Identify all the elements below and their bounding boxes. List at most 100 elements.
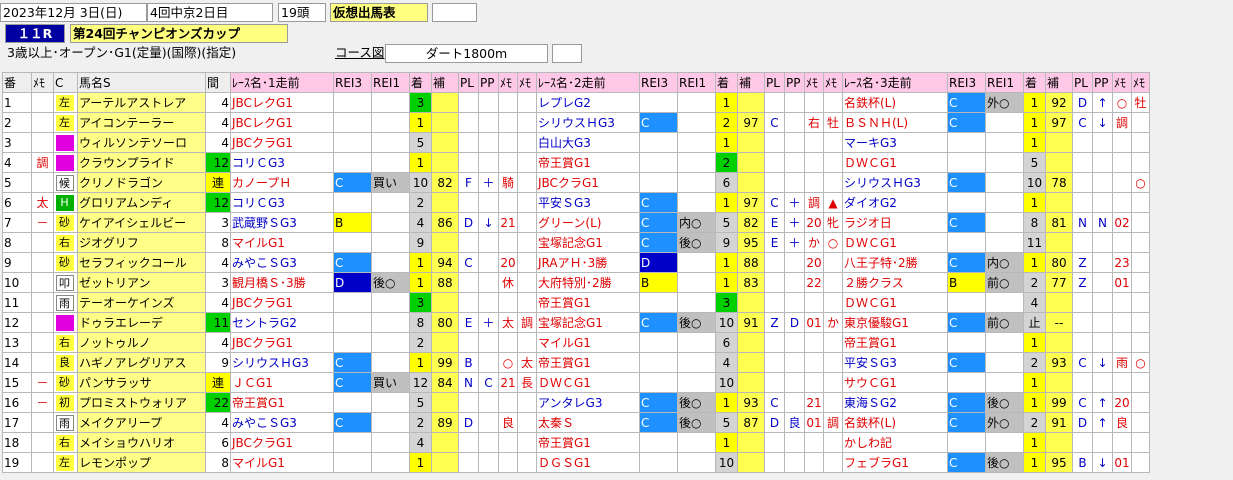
table-row[interactable]: 9 砂セラフィックコール 4 みやこＳG3 C 1 94 C 20 JRAアＨ･3勝 D 1 88 20 八… <box>2 252 1150 273</box>
race2-name[interactable]: 帝王賞G1 <box>536 292 640 313</box>
course-map-link[interactable]: コース図 <box>333 44 385 63</box>
race3-name[interactable]: 帝王賞G1 <box>842 332 948 353</box>
col-m2-3[interactable]: ﾒﾓ <box>1131 72 1150 93</box>
table-row[interactable]: 4 調 クラウンプライド 12 コリＣG3 1 帝王賞G1 2 ＤＷＣG1 5 <box>2 152 1150 173</box>
race3-name[interactable]: シリウスＨG3 <box>842 172 948 193</box>
table-row[interactable]: 6 太 H グロリアムンディ 12 コリＣG3 2 平安ＳG3 C 1 97 C ＋調 ▲ ダイオG2 1 <box>2 192 1150 213</box>
col-ho-3[interactable]: 補 <box>1045 72 1073 93</box>
race3-name[interactable]: ＤＷＣG1 <box>842 152 948 173</box>
col-chaku-1[interactable]: 着 <box>409 72 432 93</box>
horse-name[interactable]: アーテルアストレア <box>77 92 206 113</box>
race1-name[interactable]: セントラG2 <box>230 312 334 333</box>
race2-name[interactable]: 帝王賞G1 <box>536 152 640 173</box>
col-c[interactable]: C <box>53 72 78 93</box>
race2-name[interactable]: JRAアＨ･3勝 <box>536 252 640 273</box>
col-ho-1[interactable]: 補 <box>431 72 459 93</box>
race2-name[interactable]: アンタレG3 <box>536 392 640 413</box>
race2-name[interactable]: 宝塚記念G1 <box>536 232 640 253</box>
table-row[interactable]: 10 叩ゼットリアン 3 観月橋Ｓ･3勝 D 後○ 1 88 休大府特別･2勝 B 1 83 22 ２勝ク… <box>2 272 1150 293</box>
col-rei1-1[interactable]: REI1 <box>371 72 410 93</box>
col-m-2[interactable]: ﾒﾓ <box>804 72 824 93</box>
race3-name[interactable]: フェブラG1 <box>842 452 948 473</box>
race2-name[interactable]: JBCクラG1 <box>536 172 640 193</box>
race2-name[interactable]: グリーン(L) <box>536 212 640 233</box>
col-rei3-3[interactable]: REI3 <box>947 72 986 93</box>
race1-name[interactable]: シリウスＨG3 <box>230 352 334 373</box>
table-row[interactable]: 8 右ジオグリフ 8 マイルG1 9 宝塚記念G1 C 後○ 9 95 E ＋か ○ ＤＷＣG1 11 <box>2 232 1150 253</box>
horse-name[interactable]: テーオーケインズ <box>77 292 206 313</box>
race1-name[interactable]: マイルG1 <box>230 452 334 473</box>
col-rei1-2[interactable]: REI1 <box>677 72 716 93</box>
col-no[interactable]: 番 <box>2 72 32 93</box>
table-row[interactable]: 16 －初プロミストウォリア 22 帝王賞G1 5 アンタレG3 C 後○ 1 93 C 21 東海ＳG… <box>2 392 1150 413</box>
race2-name[interactable]: ＤＷＣG1 <box>536 372 640 393</box>
table-row[interactable]: 5 候クリノドラゴン連カノープＨ C 買い 10 82 F ＋騎 JBCクラG1 6 シリウスＨG3… <box>2 172 1150 193</box>
race3-name[interactable]: ２勝クラス <box>842 272 948 293</box>
table-row[interactable]: 7 －砂ケイアイシェルビー 3 武蔵野ＳG3 B 4 86 D ↓ 21 グリーン(L) C 内○ 5 82… <box>2 212 1150 233</box>
horse-name[interactable]: ケイアイシェルビー <box>77 212 206 233</box>
race2-name[interactable]: 帝王賞G1 <box>536 432 640 453</box>
horse-name[interactable]: プロミストウォリア <box>77 392 206 413</box>
race1-name[interactable]: 帝王賞G1 <box>230 392 334 413</box>
horse-name[interactable]: クリノドラゴン <box>77 172 206 193</box>
horse-name[interactable]: メイショウハリオ <box>77 432 206 453</box>
race3-name[interactable]: かしわ記 <box>842 432 948 453</box>
race3-name[interactable]: ラジオ日 <box>842 212 948 233</box>
col-rei3-2[interactable]: REI3 <box>639 72 678 93</box>
horse-name[interactable]: アイコンテーラー <box>77 112 206 133</box>
table-row[interactable]: 19 左レモンポップ 8 マイルG1 1 ＤＧＳG1 10 フェブラG1 C 後○ 1 95 B ↓ 01 <box>2 452 1150 473</box>
race2-name[interactable]: シリウスＨG3 <box>536 112 640 133</box>
horse-name[interactable]: パンサラッサ <box>77 372 206 393</box>
col-m-1[interactable]: ﾒﾓ <box>498 72 518 93</box>
col-pp-1[interactable]: PP <box>478 72 499 93</box>
race3-name[interactable]: サウＣG1 <box>842 372 948 393</box>
race3-name[interactable]: 東海ＳG2 <box>842 392 948 413</box>
race3-name[interactable]: 名鉄杯(L) <box>842 92 948 113</box>
race2-name[interactable]: 平安ＳG3 <box>536 192 640 213</box>
col-m2-2[interactable]: ﾒﾓ <box>823 72 843 93</box>
race1-name[interactable]: JBCクラG1 <box>230 292 334 313</box>
race2-name[interactable]: マイルG1 <box>536 332 640 353</box>
race3-name[interactable]: ダイオG2 <box>842 192 948 213</box>
col-pl-2[interactable]: PL <box>764 72 785 93</box>
col-pl-3[interactable]: PL <box>1072 72 1093 93</box>
table-row[interactable]: 18 右メイショウハリオ 6 JBCクラG1 4 帝王賞G1 1 かしわ記 1 <box>2 432 1150 453</box>
race3-name[interactable]: 八王子特･2勝 <box>842 252 948 273</box>
table-row[interactable]: 11 雨テーオーケインズ 4 JBCクラG1 3 帝王賞G1 3 ＤＷＣG1 4 <box>2 292 1150 313</box>
race1-name[interactable]: みやこＳG3 <box>230 252 334 273</box>
race1-name[interactable]: JBCレクG1 <box>230 92 334 113</box>
col-name[interactable]: 馬名S <box>77 72 206 93</box>
race3-name[interactable]: 東京優駿G1 <box>842 312 948 333</box>
col-m2-1[interactable]: ﾒﾓ <box>517 72 537 93</box>
race2-name[interactable]: 白山大G3 <box>536 132 640 153</box>
race1-name[interactable]: ＪＣG1 <box>230 372 334 393</box>
race1-name[interactable]: JBCクラG1 <box>230 332 334 353</box>
col-ho-2[interactable]: 補 <box>737 72 765 93</box>
col-chaku-3[interactable]: 着 <box>1023 72 1046 93</box>
col-race1[interactable]: ﾚｰｽ名･1走前 <box>230 72 334 93</box>
race1-name[interactable]: カノープＨ <box>230 172 334 193</box>
race1-name[interactable]: 武蔵野ＳG3 <box>230 212 334 233</box>
col-interval[interactable]: 間 <box>205 72 231 93</box>
race2-name[interactable]: 大府特別･2勝 <box>536 272 640 293</box>
horse-name[interactable]: ジオグリフ <box>77 232 206 253</box>
race1-name[interactable]: JBCクラG1 <box>230 132 334 153</box>
race3-name[interactable]: マーキG3 <box>842 132 948 153</box>
table-row[interactable]: 15 －砂パンサラッサ連 ＪＣG1 C 買い 12 84 N C 21 長 ＤＷＣG1 10 サウＣG1 1 <box>2 372 1150 393</box>
col-chaku-2[interactable]: 着 <box>715 72 738 93</box>
race1-name[interactable]: JBCクラG1 <box>230 432 334 453</box>
race1-name[interactable]: コリＣG3 <box>230 152 334 173</box>
table-row[interactable]: 1 左アーテルアストレア 4 JBCレクG1 3 レプレG2 1 名鉄杯(L) C 外○ 1 92 D ↑… <box>2 92 1150 113</box>
col-race2[interactable]: ﾚｰｽ名･2走前 <box>536 72 640 93</box>
race2-name[interactable]: 太秦Ｓ <box>536 412 640 433</box>
horse-name[interactable]: メイクアリープ <box>77 412 206 433</box>
horse-name[interactable]: ノットゥルノ <box>77 332 206 353</box>
horse-name[interactable]: セラフィックコール <box>77 252 206 273</box>
table-row[interactable]: 2 左アイコンテーラー 4 JBCレクG1 1 シリウスＨG3 C 2 97 C 右牡 ＢＳＮＨ(L)… <box>2 112 1150 133</box>
table-row[interactable]: 13 右ノットゥルノ 4 JBCクラG1 2 マイルG1 6 帝王賞G1 1 <box>2 332 1150 353</box>
race2-name[interactable]: 帝王賞G1 <box>536 352 640 373</box>
race3-name[interactable]: ＢＳＮＨ(L) <box>842 112 948 133</box>
col-rei1-3[interactable]: REI1 <box>985 72 1024 93</box>
col-memo[interactable]: ﾒﾓ <box>31 72 54 93</box>
race3-name[interactable]: 平安ＳG3 <box>842 352 948 373</box>
